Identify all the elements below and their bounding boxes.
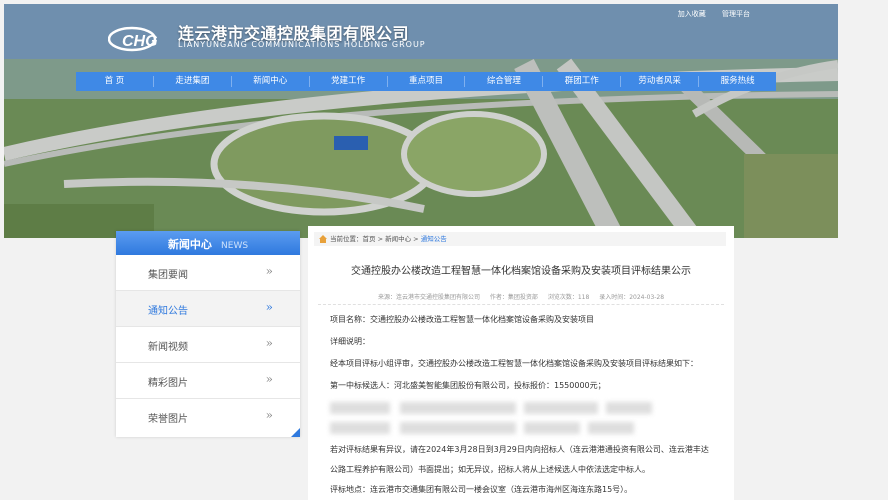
meta-views: 浏览次数：118 [547, 294, 590, 301]
nav-projects[interactable]: 重点项目 [388, 72, 465, 91]
nav-management[interactable]: 综合管理 [465, 72, 542, 91]
nav-party[interactable]: 党建工作 [310, 72, 387, 91]
breadcrumb-separator: > [375, 235, 386, 243]
sidebar-item-honors[interactable]: 荣誉图片 » [116, 399, 300, 434]
paragraph-first-candidate: 第一中标候选人：河北盛美智能集团股份有限公司，投标报价：1550000元； [330, 381, 606, 390]
meta-date: 录入时间：2024-03-28 [599, 294, 665, 301]
meta-author: 作者：集团投资部 [489, 294, 538, 301]
nav-about[interactable]: 走进集团 [154, 72, 231, 91]
chevron-right-icon: » [265, 408, 274, 422]
home-icon [319, 235, 327, 243]
chevron-right-icon: » [265, 372, 274, 386]
paragraph-review: 经本项目评标小组评审，交通控股办公楼改造工程智慧一体化档案馆设备采购及安装项目评… [330, 359, 698, 368]
sidebar-item-label: 新闻视频 [148, 342, 188, 353]
sidebar-title-en: NEWS [221, 241, 249, 251]
sidebar-item-notices[interactable]: 通知公告 » [116, 291, 300, 327]
nav-workers[interactable]: 劳动者风采 [621, 72, 698, 91]
divider [318, 304, 724, 305]
redacted-text [588, 422, 634, 434]
add-favorite-link[interactable]: 加入收藏 [678, 10, 706, 18]
nav-groups[interactable]: 群团工作 [543, 72, 620, 91]
sidebar-item-videos[interactable]: 新闻视频 » [116, 327, 300, 363]
top-links: 加入收藏 管理平台 [664, 9, 750, 19]
paragraph-location: 评标地点：连云港市交通集团有限公司一楼会议室（连云港市海州区海连东路15号）。 [330, 485, 633, 494]
admin-platform-link[interactable]: 管理平台 [722, 10, 750, 18]
redacted-text [400, 422, 516, 434]
sidebar-title: 新闻中心 [167, 238, 212, 251]
corner-triangle-icon [291, 428, 300, 437]
redacted-text [524, 422, 580, 434]
breadcrumb-home[interactable]: 首页 [363, 235, 376, 243]
meta-source: 来源：连云港市交通控股集团有限公司 [377, 294, 480, 301]
breadcrumb-current[interactable]: 通知公告 [421, 235, 447, 243]
sidebar-item-photos[interactable]: 精彩图片 » [116, 363, 300, 399]
breadcrumb-section[interactable]: 新闻中心 [385, 235, 411, 243]
article-title: 交通控股办公楼改造工程智慧一体化档案馆设备采购及安装项目评标结果公示 [351, 266, 691, 277]
paragraph-project-name: 项目名称：交通控股办公楼改造工程智慧一体化档案馆设备采购及安装项目 [330, 315, 594, 324]
breadcrumb-separator: > [411, 235, 421, 243]
sidebar-header: 新闻中心 NEWS [116, 231, 300, 255]
sidebar-item-label: 通知公告 [148, 306, 188, 317]
redacted-text [524, 402, 598, 414]
svg-text:CHG: CHG [122, 33, 158, 50]
sidebar-item-label: 荣誉图片 [148, 414, 188, 425]
redacted-text [330, 402, 390, 414]
sidebar-item-group-news[interactable]: 集团要闻 » [116, 255, 300, 291]
redacted-text [606, 402, 652, 414]
company-name-en: LIANYUNGANG COMMUNICATIONS HOLDING GROUP [178, 40, 426, 49]
article-panel: 当前位置：首页 > 新闻中心 > 通知公告 交通控股办公楼改造工程智慧一体化档案… [308, 226, 734, 500]
chevron-right-icon: » [265, 300, 274, 314]
chg-logo-icon: CHG [108, 26, 158, 52]
chevron-right-icon: » [265, 264, 274, 278]
article-meta: 来源：连云港市交通控股集团有限公司 作者：集团投资部 浏览次数：118 录入时间… [308, 292, 734, 301]
breadcrumb-prefix: 当前位置： [330, 235, 363, 243]
nav-news[interactable]: 新闻中心 [232, 72, 309, 91]
sidebar-item-label: 集团要闻 [148, 270, 188, 281]
redacted-text [330, 422, 390, 434]
sidebar-item-label: 精彩图片 [148, 378, 188, 389]
paragraph-objection: 若对评标结果有异议，请在2024年3月28日到3月29日内向招标人（连云港港通投… [330, 445, 709, 474]
nav-hotline[interactable]: 服务热线 [699, 72, 776, 91]
redacted-text [400, 402, 516, 414]
header-banner: 加入收藏 管理平台 CHG 连云港市交通控股集团有限公司 LIANYUNGANG… [4, 4, 838, 238]
chevron-right-icon: » [265, 336, 274, 350]
main-nav: 首 页 走进集团 新闻中心 党建工作 重点项目 综合管理 群团工作 劳动者风采 … [76, 72, 776, 91]
breadcrumb: 当前位置：首页 > 新闻中心 > 通知公告 [314, 232, 726, 246]
sidebar: 新闻中心 NEWS 集团要闻 » 通知公告 » 新闻视频 » 精彩图片 » 荣誉… [116, 231, 300, 437]
paragraph-detail-heading: 详细说明： [330, 337, 370, 346]
nav-home[interactable]: 首 页 [76, 72, 153, 91]
